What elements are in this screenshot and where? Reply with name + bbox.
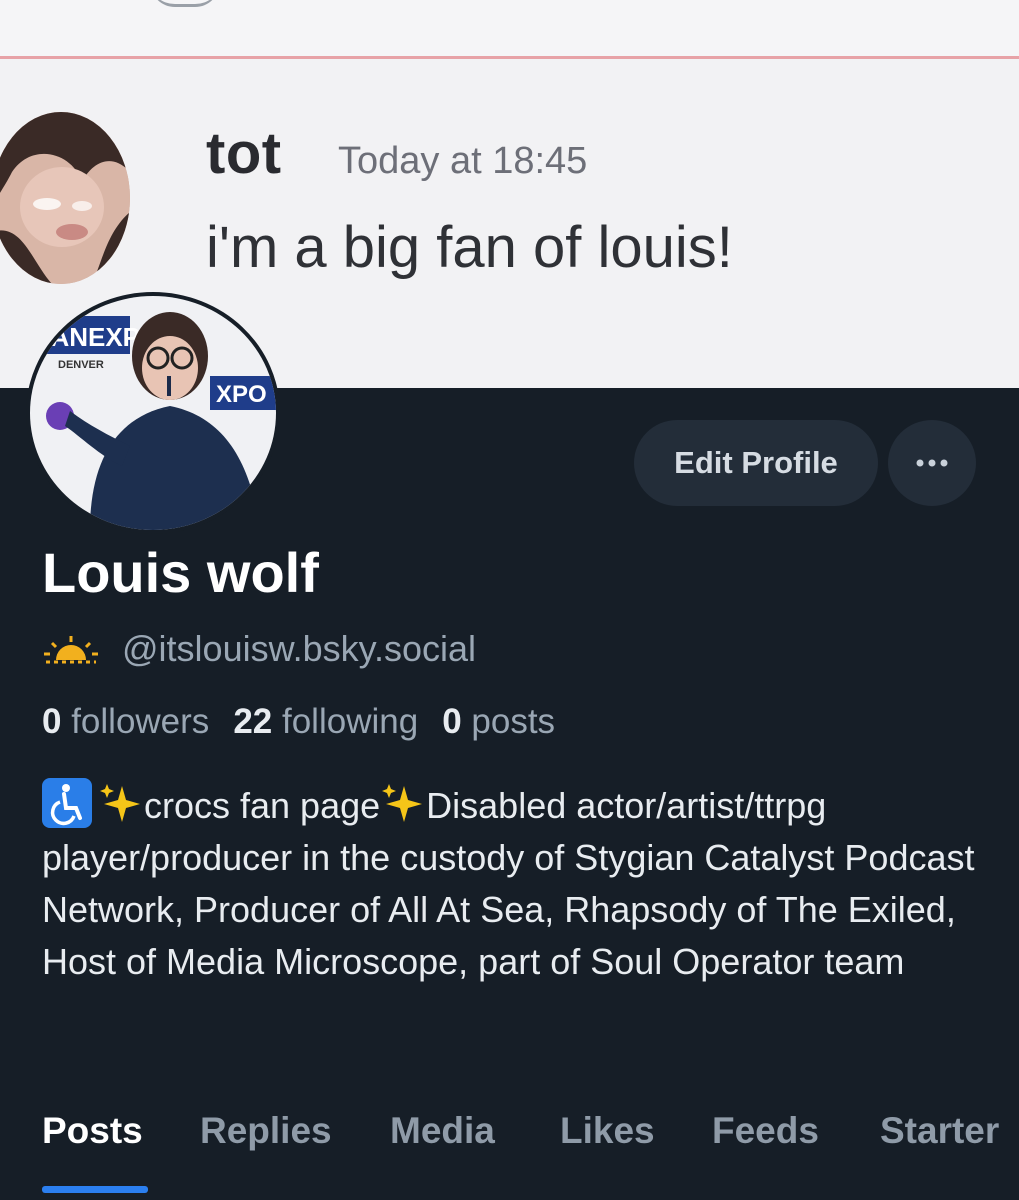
following-label: following — [281, 702, 419, 741]
followers-count: 0 — [42, 702, 62, 741]
tab-likes[interactable]: Likes — [560, 1110, 655, 1152]
chat-author-name[interactable]: tot — [206, 120, 282, 187]
profile-handle[interactable]: @itslouisw.bsky.social — [122, 628, 476, 670]
chat-author-avatar[interactable] — [0, 112, 130, 284]
tab-starter[interactable]: Starter — [880, 1110, 999, 1152]
posts-stat: 0 posts — [442, 702, 555, 742]
tab-feeds[interactable]: Feeds — [712, 1110, 819, 1152]
chat-message-text: i'm a big fan of louis! — [206, 215, 733, 280]
following-stat[interactable]: 22 following — [233, 702, 418, 742]
profile-stats: 0 followers 22 following 0 posts — [42, 702, 579, 742]
posts-count: 0 — [442, 702, 462, 741]
posts-label: posts — [471, 702, 556, 741]
followers-stat[interactable]: 0 followers — [42, 702, 209, 742]
more-options-button[interactable] — [888, 420, 976, 506]
chat-timestamp: Today at 18:45 — [338, 140, 588, 182]
edit-profile-button[interactable]: Edit Profile — [634, 420, 878, 506]
wheelchair-icon — [42, 778, 92, 828]
more-horizontal-icon — [916, 459, 948, 467]
profile-display-name: Louis wolf — [42, 541, 319, 604]
avatar-banner-sub: DENVER — [58, 359, 104, 371]
new-messages-divider — [0, 56, 1019, 59]
tab-replies[interactable]: Replies — [200, 1110, 332, 1152]
profile-bio: crocs fan page Disabled actor/artist/ttr… — [42, 778, 1002, 988]
avatar-banner-text-2: XPO — [216, 381, 267, 408]
chat-top-strip — [0, 0, 1019, 56]
tab-posts[interactable]: Posts — [42, 1110, 143, 1152]
tab-media[interactable]: Media — [390, 1110, 495, 1152]
sparkles-icon — [98, 780, 144, 826]
bio-text-1: crocs fan page — [144, 785, 381, 826]
sunrise-icon — [44, 636, 98, 664]
following-count: 22 — [233, 702, 273, 741]
profile-handle-row: @itslouisw.bsky.social — [42, 626, 476, 672]
profile-tabs: Posts Replies Media Likes Feeds Starter — [0, 1110, 1019, 1200]
profile-avatar[interactable]: FANEXPO DENVER XPO — [26, 292, 280, 534]
active-tab-indicator — [42, 1186, 148, 1193]
sparkles-icon — [380, 780, 426, 826]
followers-label: followers — [71, 702, 210, 741]
